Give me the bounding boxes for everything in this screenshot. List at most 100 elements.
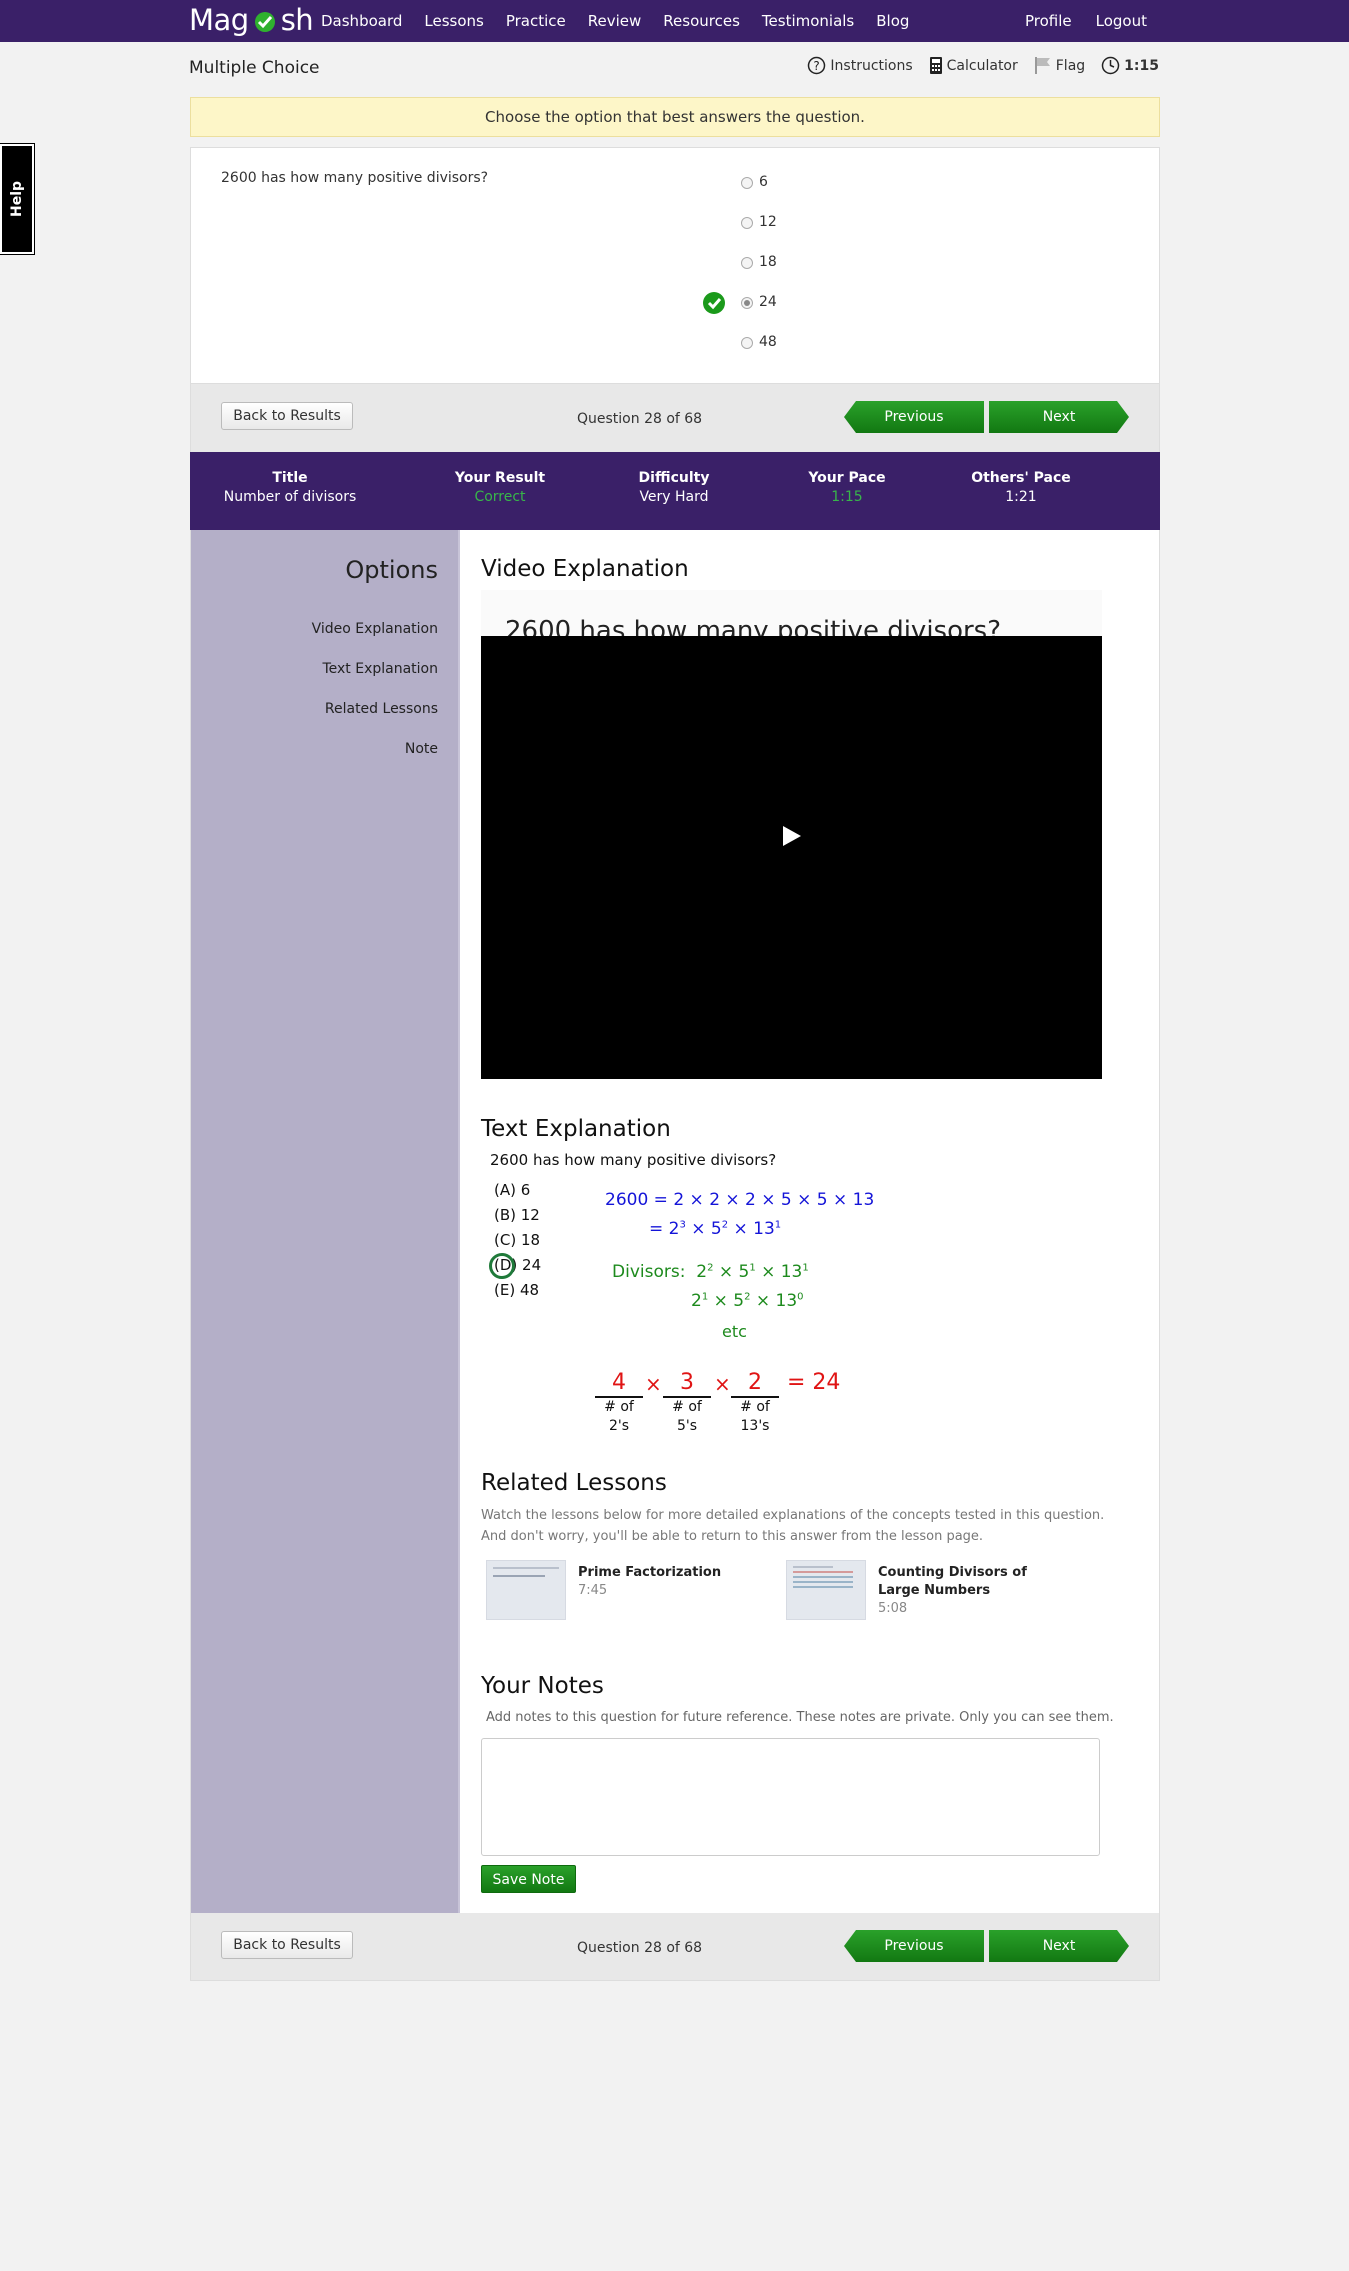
lesson-title-line[interactable]: Counting Divisors of	[878, 1564, 1027, 1582]
blank-thirteens: 2	[731, 1370, 779, 1398]
nav-dashboard[interactable]: Dashboard	[321, 12, 402, 30]
blank-label-line: 5's	[676, 1418, 698, 1434]
stat-label: Title	[272, 470, 308, 486]
explanation-choice: (A) 6	[494, 1181, 531, 1199]
radio-button-selected[interactable]	[741, 297, 753, 309]
flag-label: Flag	[1055, 57, 1086, 74]
flag-button[interactable]: Flag	[1034, 56, 1085, 75]
previous-button[interactable]: Previous	[844, 1930, 984, 1962]
stat-title: Title Number of divisors	[190, 470, 390, 505]
factorization-equals: =	[649, 1219, 664, 1239]
lesson-thumbnail[interactable]	[786, 1560, 866, 1620]
next-button[interactable]: Next	[989, 1930, 1129, 1962]
instructions-label: Instructions	[830, 57, 913, 74]
video-frame-text: 2600 has how many positive divisors?	[505, 616, 1002, 636]
explanation-choices: (A) 6 (B) 12 (C) 18 (D) 24 (E) 48	[489, 1181, 541, 1306]
notes-description: Add notes to this question for future re…	[486, 1710, 1114, 1725]
nav-blog[interactable]: Blog	[876, 12, 909, 30]
stat-label: Your Result	[454, 470, 546, 486]
explanation-choice: (B) 12	[494, 1206, 540, 1224]
divisors-label: Divisors:	[612, 1262, 686, 1282]
answer-option-a[interactable]: 6	[741, 174, 777, 214]
svg-text:?: ?	[814, 59, 820, 73]
lesson-duration: 7:45	[578, 1583, 608, 1598]
related-lessons-description: Watch the lessons below for more detaile…	[481, 1505, 1104, 1547]
explanation-question: 2600 has how many positive divisors?	[490, 1151, 777, 1169]
lesson-title[interactable]: Prime Factorization	[578, 1564, 721, 1582]
explanation-choice-circled: (D) 24	[489, 1253, 541, 1281]
stat-others-pace: Others' Pace 1:21	[921, 470, 1121, 505]
lesson-card-prime-factorization[interactable]: Prime Factorization 7:45	[486, 1560, 721, 1620]
play-icon[interactable]	[783, 826, 801, 846]
previous-button[interactable]: Previous	[844, 401, 984, 433]
video-frame-header: 2600 has how many positive divisors?	[481, 590, 1102, 636]
nav-resources[interactable]: Resources	[663, 12, 740, 30]
blank-label-line: # of	[672, 1399, 702, 1415]
instructions-button[interactable]: ? Instructions	[807, 56, 913, 75]
options-sidebar: Options Video Explanation Text Explanati…	[191, 530, 460, 1913]
next-button[interactable]: Next	[989, 401, 1129, 433]
save-note-button[interactable]: Save Note	[481, 1865, 576, 1893]
result-stats: Title Number of divisors Your Result Cor…	[190, 452, 1160, 530]
lesson-title-line[interactable]: Large Numbers	[878, 1582, 1027, 1600]
related-lessons-heading: Related Lessons	[481, 1470, 667, 1496]
radio-button[interactable]	[741, 337, 753, 349]
calculator-button[interactable]: Calculator	[929, 56, 1018, 75]
timer-value: 1:15	[1124, 57, 1159, 74]
calculator-label: Calculator	[946, 57, 1018, 74]
calculator-icon	[929, 57, 942, 74]
help-tab[interactable]: Help	[0, 143, 35, 255]
blank-label-fives: # of 5's	[662, 1398, 712, 1436]
nav-practice[interactable]: Practice	[506, 12, 566, 30]
stat-difficulty: Difficulty Very Hard	[574, 470, 774, 505]
radio-button[interactable]	[741, 217, 753, 229]
lesson-thumbnail[interactable]	[486, 1560, 566, 1620]
answer-option-b[interactable]: 12	[741, 214, 777, 254]
stat-your-pace: Your Pace 1:15	[747, 470, 947, 505]
correct-check-icon	[703, 292, 725, 314]
video-screen[interactable]	[481, 636, 1102, 1079]
notes-textarea[interactable]	[481, 1738, 1100, 1856]
account-links: Profile Logout	[1001, 0, 1147, 42]
lesson-info: Counting Divisors of Large Numbers 5:08	[878, 1564, 1027, 1620]
back-to-results-button[interactable]: Back to Results	[221, 1931, 353, 1959]
nav-review[interactable]: Review	[588, 12, 642, 30]
radio-button[interactable]	[741, 257, 753, 269]
sidebar-item-related-lessons[interactable]: Related Lessons	[325, 701, 438, 717]
video-player[interactable]: 2600 has how many positive divisors?	[481, 590, 1102, 1079]
radio-button[interactable]	[741, 177, 753, 189]
explanation-panel: Options Video Explanation Text Explanati…	[190, 530, 1160, 1913]
stat-label: Others' Pace	[971, 470, 1071, 486]
blank-twos: 4	[595, 1370, 643, 1398]
nav-profile[interactable]: Profile	[1025, 12, 1072, 30]
times-sign: ×	[714, 1372, 731, 1396]
lesson-card-counting-divisors[interactable]: Counting Divisors of Large Numbers 5:08	[786, 1560, 1027, 1620]
blank-label-twos: # of 2's	[594, 1398, 644, 1436]
sidebar-item-note[interactable]: Note	[405, 741, 438, 757]
lesson-info: Prime Factorization 7:45	[578, 1564, 721, 1620]
your-notes-heading: Your Notes	[481, 1673, 604, 1699]
blank-fives: 3	[663, 1370, 711, 1398]
page-title: Multiple Choice	[189, 58, 320, 78]
logo-check-icon	[250, 7, 280, 33]
answer-option-c[interactable]: 18	[741, 254, 777, 294]
factorization-line-2: = 23 × 52 × 131	[649, 1219, 782, 1239]
logo-text-prefix: Mag	[189, 3, 249, 37]
answer-option-label: 48	[759, 334, 777, 350]
back-to-results-button[interactable]: Back to Results	[221, 402, 353, 430]
video-explanation-heading: Video Explanation	[481, 556, 689, 582]
sidebar-item-video-explanation[interactable]: Video Explanation	[312, 621, 438, 637]
clock-icon	[1101, 56, 1120, 75]
magoosh-logo[interactable]: Mag sh	[189, 3, 314, 37]
nav-testimonials[interactable]: Testimonials	[762, 12, 854, 30]
instruction-banner: Choose the option that best answers the …	[190, 97, 1160, 137]
sidebar-item-text-explanation[interactable]: Text Explanation	[322, 661, 438, 677]
nav-lessons[interactable]: Lessons	[424, 12, 483, 30]
answer-option-d[interactable]: 24	[703, 292, 777, 334]
blank-label-line: # of	[740, 1399, 770, 1415]
blank-label-thirteens: # of 13's	[730, 1398, 780, 1436]
divisors-etc: etc	[722, 1322, 747, 1341]
stat-your-result: Your Result Correct	[400, 470, 600, 505]
nav-logout[interactable]: Logout	[1096, 12, 1147, 30]
answer-option-e[interactable]: 48	[741, 334, 777, 374]
